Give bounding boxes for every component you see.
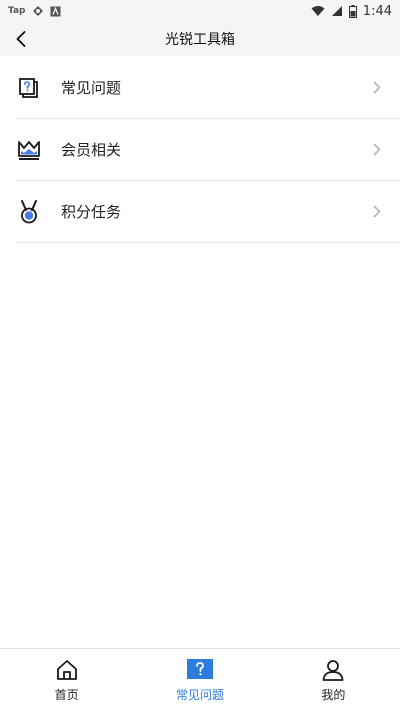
sync-icon bbox=[32, 5, 44, 17]
app-screen: Tap 1:44 光锐工具箱 常见问题 会员相关 积分任务 首页 常见问题 我的 bbox=[0, 0, 400, 711]
status-right: 1:44 bbox=[311, 4, 392, 19]
menu-item-points-tasks[interactable]: 积分任务 bbox=[16, 181, 400, 243]
nav-label: 常见问题 bbox=[175, 688, 224, 702]
menu-item-membership[interactable]: 会员相关 bbox=[16, 119, 400, 181]
menu-item-label: 常见问题 bbox=[61, 79, 122, 97]
nav-label: 首页 bbox=[54, 688, 79, 702]
menu-list: 常见问题 会员相关 积分任务 bbox=[16, 57, 400, 243]
nav-item-mine[interactable]: 我的 bbox=[267, 649, 400, 711]
nav-item-home[interactable]: 首页 bbox=[0, 649, 133, 711]
home-icon bbox=[54, 657, 80, 683]
menu-item-faq[interactable]: 常见问题 bbox=[16, 57, 400, 119]
chevron-right-icon bbox=[370, 81, 384, 95]
bottom-nav: 首页 常见问题 我的 bbox=[0, 648, 400, 711]
nav-label: 我的 bbox=[321, 688, 346, 702]
app-tag: Tap bbox=[8, 6, 26, 16]
question-icon bbox=[186, 657, 213, 683]
status-left: Tap bbox=[8, 5, 61, 17]
app-header: 光锐工具箱 bbox=[0, 22, 400, 56]
menu-item-label: 积分任务 bbox=[61, 203, 122, 221]
crown-icon bbox=[16, 137, 42, 163]
notification-a-icon bbox=[50, 6, 61, 17]
page-title: 光锐工具箱 bbox=[165, 32, 235, 48]
menu-item-label: 会员相关 bbox=[61, 141, 122, 159]
status-time: 1:44 bbox=[362, 3, 392, 19]
question-doc-icon bbox=[16, 75, 42, 101]
signal-icon bbox=[331, 5, 343, 17]
chevron-right-icon bbox=[370, 205, 384, 219]
chevron-right-icon bbox=[370, 143, 384, 157]
back-button[interactable] bbox=[8, 26, 34, 52]
status-bar: Tap 1:44 bbox=[0, 0, 400, 22]
medal-icon bbox=[16, 199, 42, 225]
nav-item-faq[interactable]: 常见问题 bbox=[133, 649, 266, 711]
chevron-left-icon bbox=[16, 31, 26, 47]
user-icon bbox=[320, 657, 346, 683]
wifi-icon bbox=[311, 5, 325, 17]
battery-icon bbox=[348, 4, 357, 18]
